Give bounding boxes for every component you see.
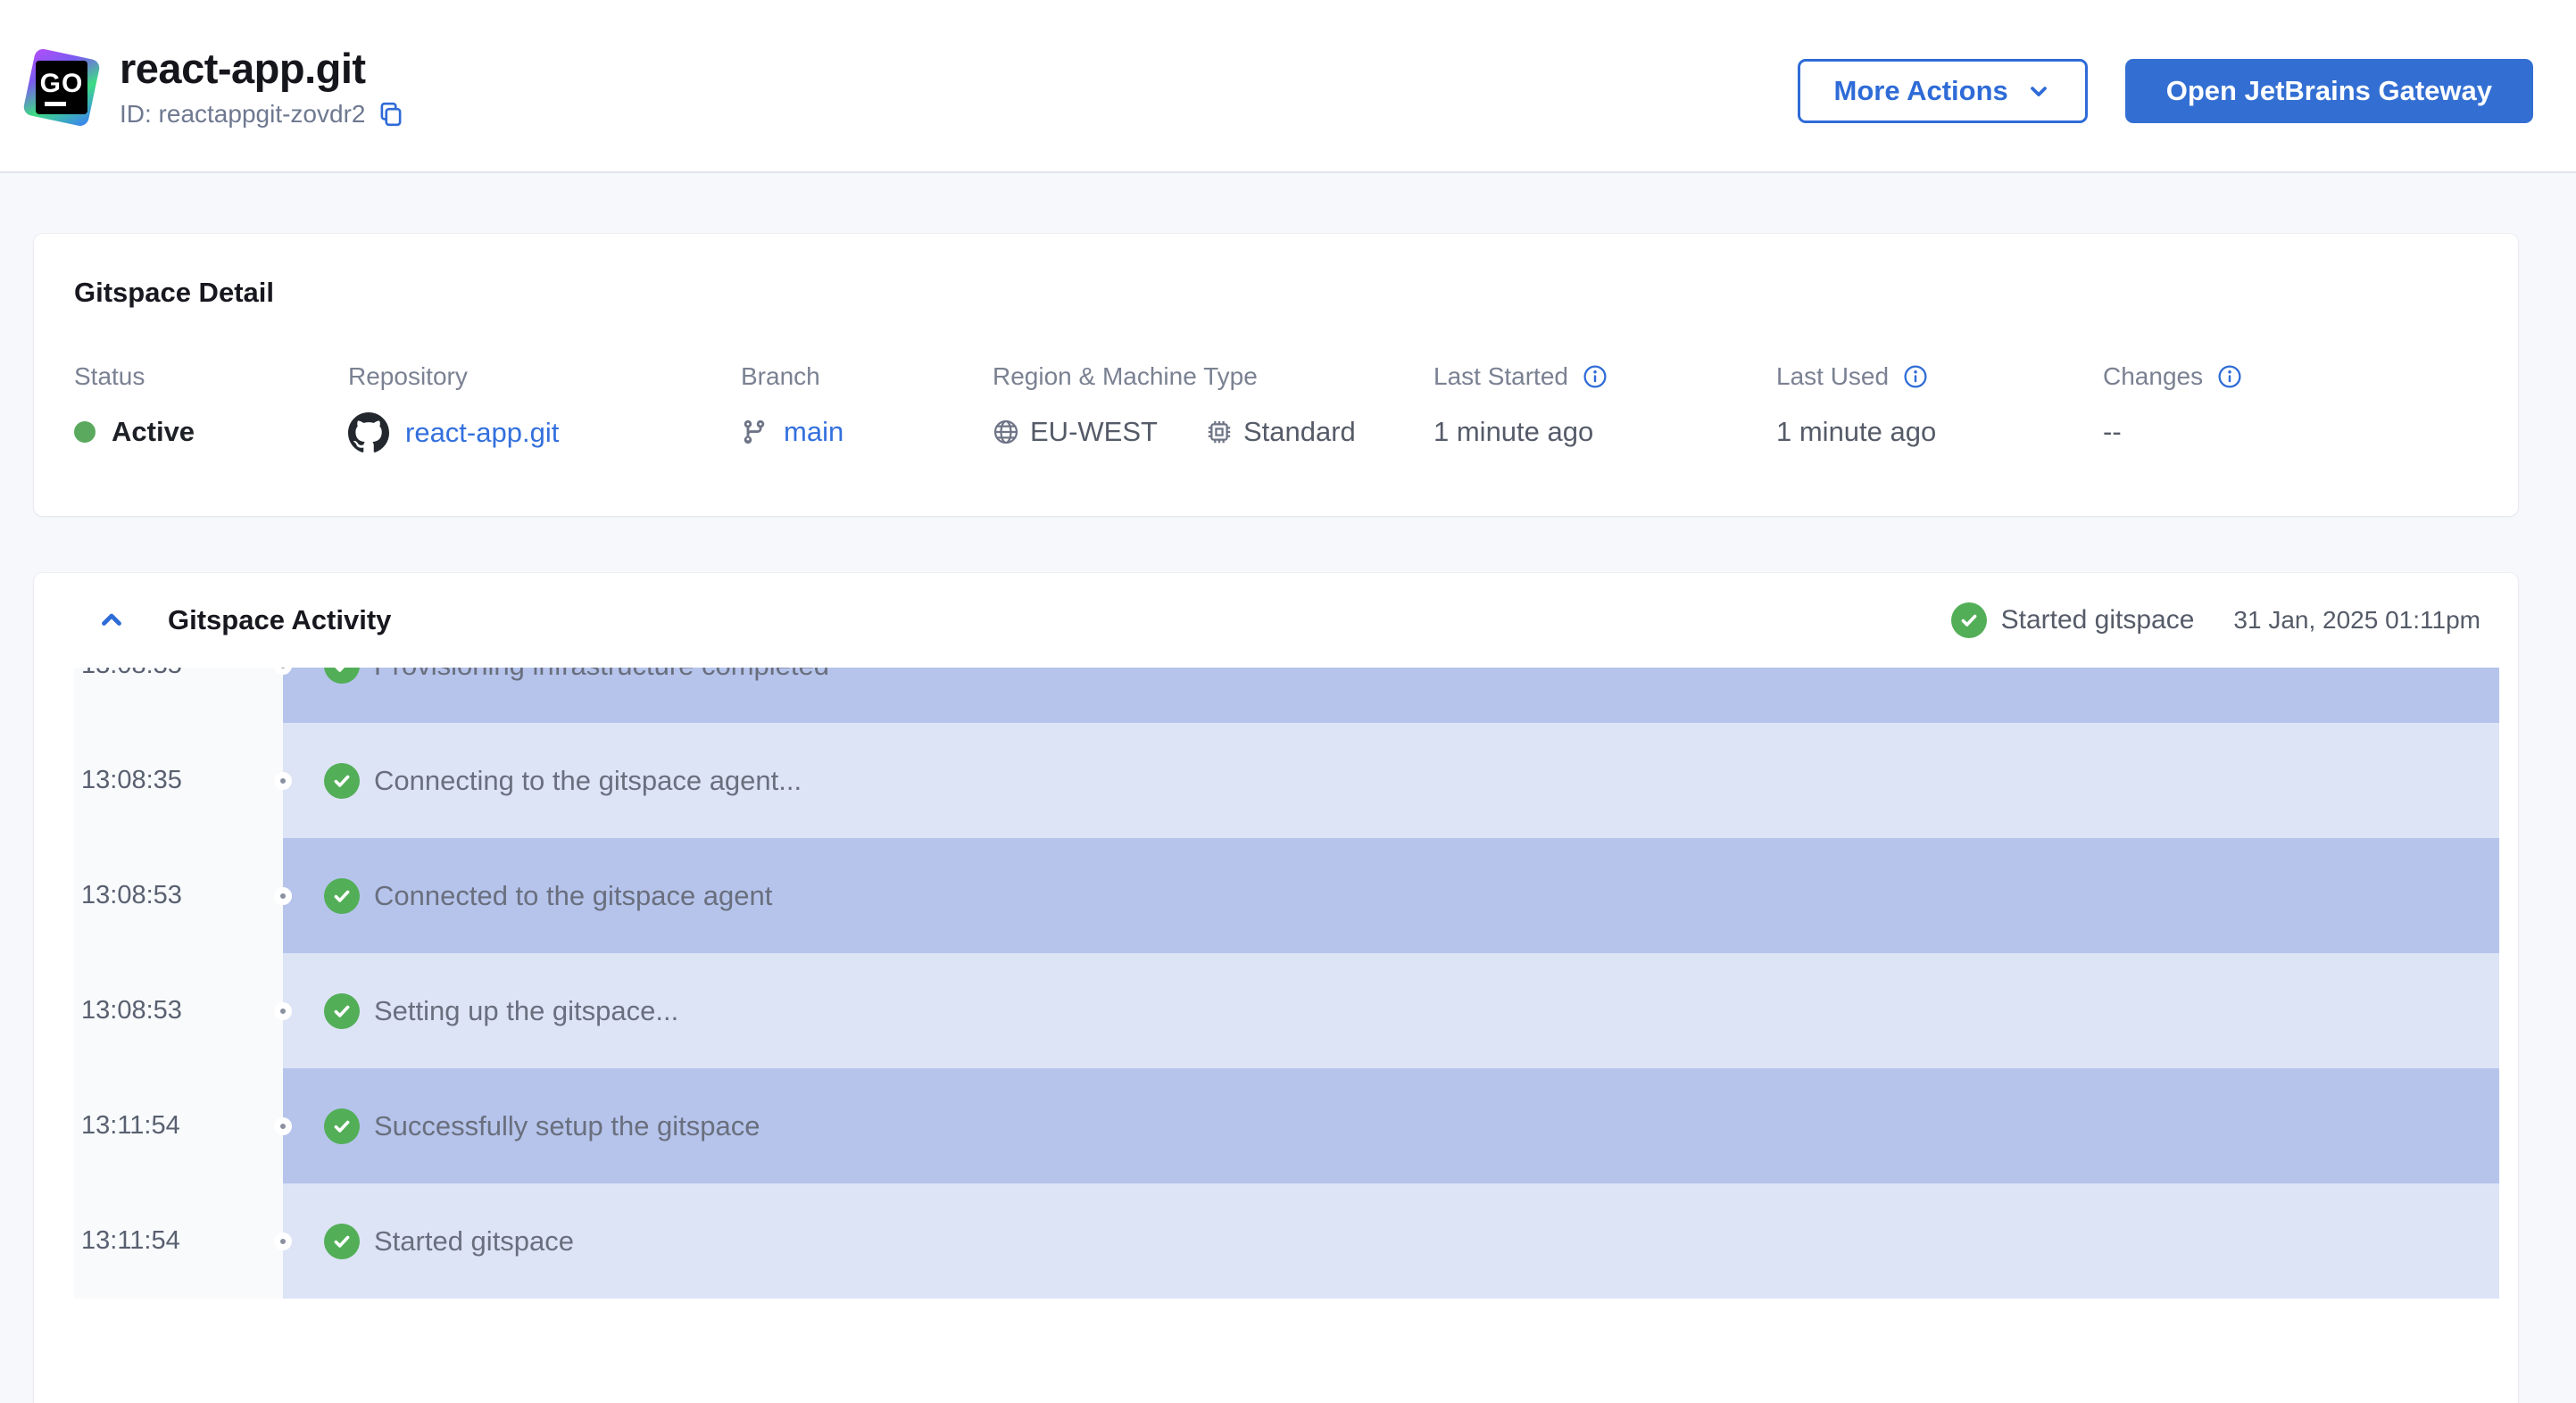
activity-title: Gitspace Activity — [168, 604, 392, 635]
success-check-icon — [324, 668, 360, 684]
detail-fields: Status Active Repository react-app.git B… — [34, 309, 2518, 453]
title-block: react-app.git ID: reactappgit-zovdr2 — [120, 45, 404, 129]
status-label: Status — [74, 362, 145, 390]
log-message: Connected to the gitspace agent — [374, 879, 773, 911]
machine-type-value: Standard — [1242, 416, 1356, 447]
activity-status-label: Started gitspace — [2000, 605, 2195, 635]
activity-status: Started gitspace — [1950, 602, 2195, 638]
git-branch-icon — [741, 419, 768, 445]
detail-card-title: Gitspace Detail — [74, 277, 274, 308]
field-branch: Branch main — [741, 362, 993, 453]
log-marker-dot — [274, 1001, 292, 1020]
open-jetbrains-gateway-button[interactable]: Open JetBrains Gateway — [2124, 59, 2533, 123]
collapse-chevron-up-icon[interactable] — [96, 605, 127, 635]
goland-logo-icon: GO — [21, 47, 102, 128]
more-actions-button[interactable]: More Actions — [1797, 59, 2088, 123]
field-region-machine: Region & Machine Type EU-WEST Standard — [993, 362, 1433, 453]
copy-id-icon[interactable] — [378, 101, 404, 128]
activity-log-viewport[interactable]: 13:08:35 Provisioning infrastructure com… — [74, 668, 2499, 1299]
log-message: Setting up the gitspace... — [374, 994, 679, 1026]
github-icon — [348, 412, 389, 453]
field-status: Status Active — [74, 362, 348, 453]
gitspace-id-row: ID: reactappgit-zovdr2 — [120, 100, 404, 129]
log-row: 13:08:35 Connecting to the gitspace agen… — [74, 723, 2499, 838]
logo-square: GO — [36, 61, 87, 114]
status-active-dot — [74, 421, 96, 443]
success-check-icon — [324, 992, 360, 1029]
gitspace-detail-card: Gitspace Detail Status Active Repository… — [34, 234, 2518, 516]
log-row: 13:11:54 Successfully setup the gitspace — [74, 1068, 2499, 1183]
branch-link[interactable]: main — [784, 416, 843, 448]
success-check-icon — [324, 877, 360, 914]
field-last-used: Last Used 1 minute ago — [1776, 362, 2103, 453]
log-marker-dot — [274, 1117, 292, 1135]
gitspace-id: ID: reactappgit-zovdr2 — [120, 100, 366, 129]
info-icon[interactable] — [1903, 364, 1928, 389]
open-gateway-label: Open JetBrains Gateway — [2165, 75, 2492, 106]
more-actions-label: More Actions — [1833, 75, 2008, 106]
page-header: GO react-app.git ID: reactappgit-zovdr2 … — [0, 0, 2576, 173]
field-repository: Repository react-app.git — [348, 362, 741, 453]
success-check-icon — [324, 762, 360, 799]
info-icon[interactable] — [2217, 364, 2242, 389]
log-timestamp: 13:08:53 — [74, 953, 283, 1068]
log-timestamp: 13:11:54 — [74, 1068, 283, 1183]
last-started-label: Last Started — [1433, 362, 1568, 390]
page-title: react-app.git — [120, 45, 366, 92]
changes-value: -- — [2103, 416, 2122, 447]
log-message: Started gitspace — [374, 1225, 575, 1257]
changes-label: Changes — [2103, 362, 2204, 390]
logo-text: GO — [39, 69, 84, 98]
status-value: Active — [112, 416, 195, 447]
log-row: 13:08:53 Connected to the gitspace agent — [74, 838, 2499, 953]
log-marker-dot — [274, 1232, 292, 1250]
log-timestamp: 13:08:35 — [74, 668, 283, 723]
info-icon[interactable] — [1583, 364, 1608, 389]
log-row: 13:11:54 Started gitspace — [74, 1183, 2499, 1299]
branch-label: Branch — [741, 362, 820, 390]
log-timestamp: 13:08:35 — [74, 723, 283, 838]
repository-link[interactable]: react-app.git — [405, 417, 559, 449]
log-timestamp: 13:11:54 — [74, 1183, 283, 1299]
repository-label: Repository — [348, 362, 468, 390]
success-check-icon — [324, 1108, 360, 1144]
success-check-icon — [1950, 602, 1987, 638]
field-changes: Changes -- — [2103, 362, 2482, 453]
region-value: EU-WEST — [1030, 416, 1158, 447]
success-check-icon — [324, 1223, 360, 1259]
activity-header: Gitspace Activity Started gitspace 31 Ja… — [34, 573, 2518, 668]
gitspace-activity-card: Gitspace Activity Started gitspace 31 Ja… — [34, 573, 2518, 1403]
last-used-value: 1 minute ago — [1776, 416, 1937, 447]
activity-log: 13:08:35 Provisioning infrastructure com… — [74, 668, 2499, 1299]
activity-status-time: 31 Jan, 2025 01:11pm — [2233, 606, 2480, 634]
log-timestamp: 13:08:53 — [74, 838, 283, 953]
log-message: Successfully setup the gitspace — [374, 1109, 760, 1141]
field-last-started: Last Started 1 minute ago — [1433, 362, 1776, 453]
logo-underscore — [45, 102, 66, 106]
machine-chip-icon — [1206, 419, 1233, 445]
log-marker-dot — [274, 886, 292, 905]
log-marker-dot — [274, 771, 292, 790]
globe-icon — [993, 419, 1019, 445]
log-message: Connecting to the gitspace agent... — [374, 764, 802, 796]
region-machine-label: Region & Machine Type — [993, 362, 1258, 390]
log-row: 13:08:53 Setting up the gitspace... — [74, 953, 2499, 1068]
last-started-value: 1 minute ago — [1433, 416, 1594, 447]
log-message: Provisioning infrastructure completed — [374, 668, 829, 682]
brand: GO react-app.git ID: reactappgit-zovdr2 — [21, 45, 404, 129]
last-used-label: Last Used — [1776, 362, 1890, 390]
log-row: 13:08:35 Provisioning infrastructure com… — [74, 668, 2499, 723]
chevron-down-icon — [2026, 79, 2051, 104]
header-actions: More Actions Open JetBrains Gateway — [1797, 59, 2533, 123]
